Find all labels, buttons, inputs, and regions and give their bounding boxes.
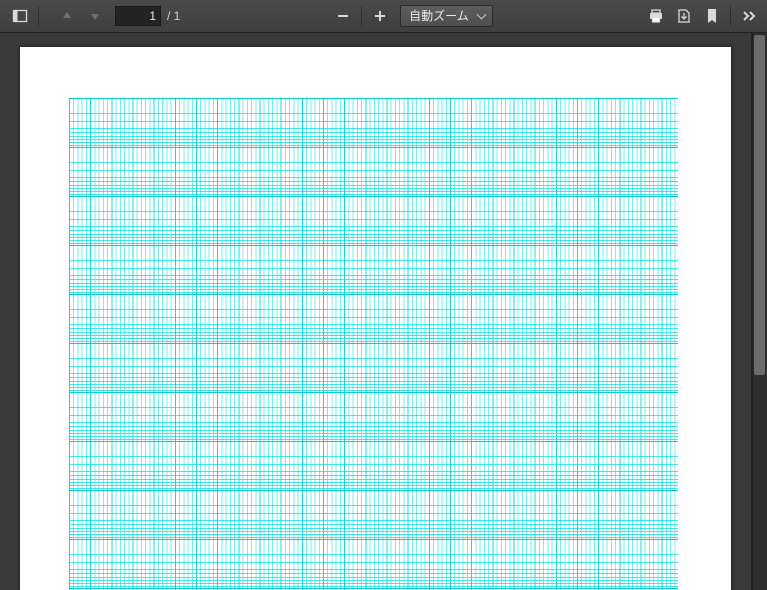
scrollbar-thumb[interactable] <box>754 35 765 375</box>
log-decade <box>69 196 678 245</box>
page-number-input[interactable] <box>115 6 161 26</box>
log-decade <box>69 539 678 588</box>
log-decade <box>69 245 678 294</box>
log-decade <box>69 294 678 343</box>
pdf-page <box>20 47 731 590</box>
zoom-select[interactable]: 自動ズーム <box>400 5 493 27</box>
separator <box>38 6 39 26</box>
log-decade <box>69 490 678 539</box>
log-graph-paper <box>69 98 678 590</box>
log-decade <box>69 441 678 490</box>
zoom-out-button[interactable] <box>329 2 357 30</box>
zoom-in-button[interactable] <box>366 2 394 30</box>
pdf-toolbar: / 1 自動ズーム <box>0 0 767 33</box>
bookmark-button[interactable] <box>698 2 726 30</box>
zoom-select-wrap: 自動ズーム <box>394 5 493 27</box>
separator <box>361 6 362 26</box>
next-page-button[interactable] <box>81 2 109 30</box>
separator <box>730 6 731 26</box>
log-decade <box>69 147 678 196</box>
log-decade <box>69 98 678 147</box>
print-button[interactable] <box>642 2 670 30</box>
sidebar-toggle-button[interactable] <box>6 2 34 30</box>
vertical-scrollbar[interactable] <box>752 33 767 590</box>
tools-menu-button[interactable] <box>735 2 763 30</box>
page-count-label: / 1 <box>167 9 180 23</box>
document-area[interactable] <box>0 33 752 590</box>
prev-page-button[interactable] <box>53 2 81 30</box>
viewer <box>0 33 767 590</box>
download-button[interactable] <box>670 2 698 30</box>
log-decade <box>69 343 678 392</box>
log-decade <box>69 392 678 441</box>
